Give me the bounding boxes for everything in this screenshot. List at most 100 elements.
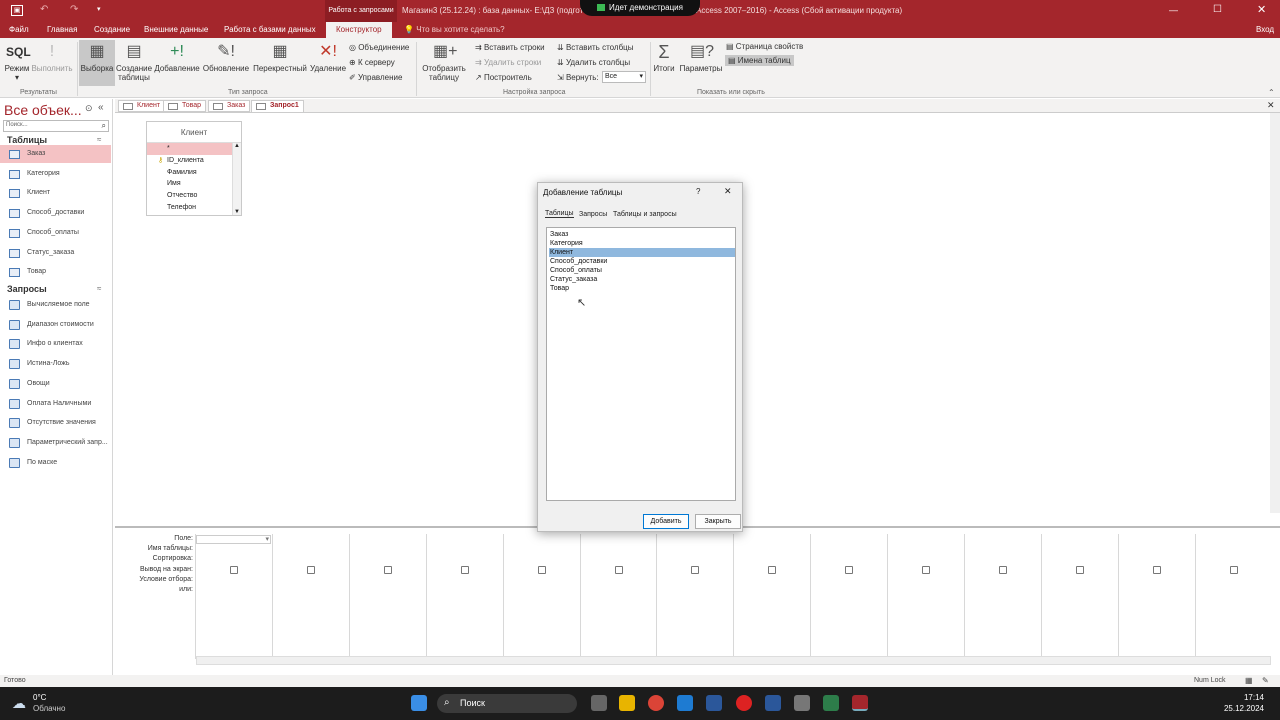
- dialog-list-item[interactable]: Категория: [549, 239, 735, 248]
- add-button[interactable]: Добавить: [643, 514, 689, 529]
- queries-section-header[interactable]: Запросы: [7, 284, 47, 294]
- field-list-item[interactable]: Имя: [147, 178, 232, 190]
- insert-rows-button[interactable]: ⇉ Вставить строки: [475, 43, 545, 52]
- dialog-tab-both[interactable]: Таблицы и запросы: [613, 211, 677, 218]
- nav-title[interactable]: Все объек...: [4, 102, 82, 118]
- tab-external-data[interactable]: Внешние данные: [144, 25, 208, 34]
- show-checkbox[interactable]: [383, 566, 392, 574]
- field-list-item[interactable]: ⚷ ID_клиента: [147, 155, 232, 167]
- tab-home[interactable]: Главная: [47, 25, 77, 34]
- yandex-browser-icon[interactable]: [736, 695, 752, 711]
- property-sheet-button[interactable]: ▤ Страница свойств: [726, 42, 803, 51]
- tables-section-header[interactable]: Таблицы: [7, 135, 47, 145]
- field-list-item[interactable]: Отчество: [147, 190, 232, 202]
- nav-query-item[interactable]: Отсутствие значения: [0, 414, 111, 432]
- show-checkbox[interactable]: [691, 566, 700, 574]
- weather-icon[interactable]: ☁: [12, 695, 26, 712]
- union-button[interactable]: ◎ Объединение: [349, 43, 409, 52]
- task-view-icon[interactable]: [591, 695, 607, 711]
- nav-table-item[interactable]: Товар: [0, 263, 111, 281]
- delete-rows-button[interactable]: ⇉ Удалить строки: [475, 58, 541, 67]
- show-checkbox[interactable]: [768, 566, 777, 574]
- tab-database-tools[interactable]: Работа с базами данных: [224, 25, 316, 34]
- calculator-icon[interactable]: [794, 695, 810, 711]
- clock-date[interactable]: 25.12.2024: [1216, 704, 1264, 713]
- nav-query-item[interactable]: Инфо о клиентах: [0, 335, 111, 353]
- show-checkbox[interactable]: [1075, 566, 1084, 574]
- show-checkbox[interactable]: [1152, 566, 1161, 574]
- dialog-tab-tables[interactable]: Таблицы: [545, 210, 574, 218]
- nav-query-item[interactable]: Оплата Наличными: [0, 395, 111, 413]
- nav-table-item[interactable]: Заказ: [0, 145, 111, 163]
- show-checkbox[interactable]: [230, 566, 238, 574]
- word-icon[interactable]: [765, 695, 781, 711]
- show-checkbox[interactable]: [460, 566, 469, 574]
- nav-query-item[interactable]: По маске: [0, 454, 111, 472]
- show-checkbox[interactable]: [845, 566, 854, 574]
- close-button[interactable]: Закрыть: [695, 514, 741, 529]
- tab-file[interactable]: Файл: [9, 25, 29, 34]
- file-explorer-icon[interactable]: [619, 695, 635, 711]
- redo-icon[interactable]: ↷: [70, 4, 78, 15]
- field-selector[interactable]: ▾: [196, 535, 271, 544]
- nav-table-item[interactable]: Способ_доставки: [0, 204, 111, 222]
- dialog-list-item[interactable]: Способ_оплаты: [549, 266, 735, 275]
- crosstab-button[interactable]: ▦ Перекрестный: [251, 42, 309, 73]
- scroll-down-icon[interactable]: ▼: [234, 209, 240, 215]
- field-list-client[interactable]: Клиент * ⚷ ID_клиента Фамилия Имя Отчество Тел…: [146, 121, 242, 216]
- close-document-icon[interactable]: ✕: [1267, 100, 1275, 111]
- nav-query-item[interactable]: Диапазон стоимости: [0, 316, 111, 334]
- clock-time[interactable]: 17:14: [1228, 693, 1264, 702]
- parameters-button[interactable]: ▤? Параметры: [678, 42, 724, 73]
- passthrough-button[interactable]: ⊕ К серверу: [349, 58, 395, 67]
- show-checkbox[interactable]: [614, 566, 623, 574]
- doc-tab-query1[interactable]: Запрос1: [251, 100, 304, 112]
- doc-tab-client[interactable]: Клиент: [118, 100, 166, 112]
- doc-tab-product[interactable]: Товар: [163, 100, 207, 112]
- datasheet-view-icon[interactable]: ▦: [1245, 676, 1253, 685]
- return-select[interactable]: Все ▾: [602, 71, 646, 83]
- nav-search-box[interactable]: Поиск... ⌕: [3, 120, 109, 132]
- show-checkbox[interactable]: [1229, 566, 1238, 574]
- horizontal-scrollbar[interactable]: [196, 656, 1271, 665]
- terminal-icon[interactable]: [823, 695, 839, 711]
- scroll-up-icon[interactable]: ▲: [234, 143, 240, 149]
- nav-table-item[interactable]: Статус_заказа: [0, 244, 111, 262]
- dialog-close-icon[interactable]: ✕: [724, 186, 732, 197]
- collapse-section-icon[interactable]: ≈: [97, 135, 101, 144]
- undo-icon[interactable]: ↶: [40, 4, 48, 15]
- doc-tab-order[interactable]: Заказ: [208, 100, 251, 112]
- design-view-icon[interactable]: ✎: [1262, 676, 1269, 685]
- nav-table-item[interactable]: Способ_оплаты: [0, 224, 111, 242]
- insert-columns-button[interactable]: ⇊ Вставить столбцы: [557, 43, 634, 52]
- show-checkbox[interactable]: [922, 566, 931, 574]
- totals-button[interactable]: Σ Итоги: [651, 42, 677, 73]
- chrome-icon[interactable]: [648, 695, 664, 711]
- delete-columns-button[interactable]: ⇊ Удалить столбцы: [557, 58, 630, 67]
- table-names-button[interactable]: ▤ Имена таблиц: [725, 55, 794, 66]
- taskbar-search[interactable]: ⌕ Поиск: [437, 694, 577, 713]
- dialog-table-list[interactable]: Заказ Категория Клиент Способ_доставки Спосо…: [546, 227, 736, 501]
- update-button[interactable]: ✎! Обновление: [201, 42, 251, 73]
- access-icon[interactable]: [852, 695, 868, 711]
- collapse-section-icon[interactable]: ≈: [97, 284, 101, 293]
- search-icon[interactable]: ⌕: [102, 121, 106, 131]
- delete-query-button[interactable]: ✕! Удаление: [309, 42, 347, 73]
- vertical-scrollbar[interactable]: [1270, 113, 1280, 513]
- collapse-ribbon-icon[interactable]: ⌃: [1268, 88, 1275, 97]
- field-list-item[interactable]: *: [147, 143, 232, 155]
- collapse-nav-icon[interactable]: «: [98, 102, 104, 113]
- nav-table-item[interactable]: Клиент: [0, 184, 111, 202]
- tell-me-box[interactable]: 💡 Что вы хотите сделать?: [404, 25, 505, 34]
- show-checkbox[interactable]: [999, 566, 1007, 574]
- word-doc-icon[interactable]: [706, 695, 722, 711]
- append-button[interactable]: +! Добавление: [153, 42, 201, 73]
- nav-search-input[interactable]: Поиск...: [6, 122, 28, 128]
- save-icon[interactable]: ▣: [11, 5, 23, 16]
- nav-query-item[interactable]: Вычисляемое поле: [0, 296, 111, 314]
- signin-link[interactable]: Вход: [1256, 25, 1274, 34]
- nav-table-item[interactable]: Категория: [0, 165, 111, 183]
- field-list-title[interactable]: Клиент: [147, 122, 241, 143]
- maximize-icon[interactable]: ☐: [1213, 4, 1222, 15]
- show-checkbox[interactable]: [306, 566, 315, 574]
